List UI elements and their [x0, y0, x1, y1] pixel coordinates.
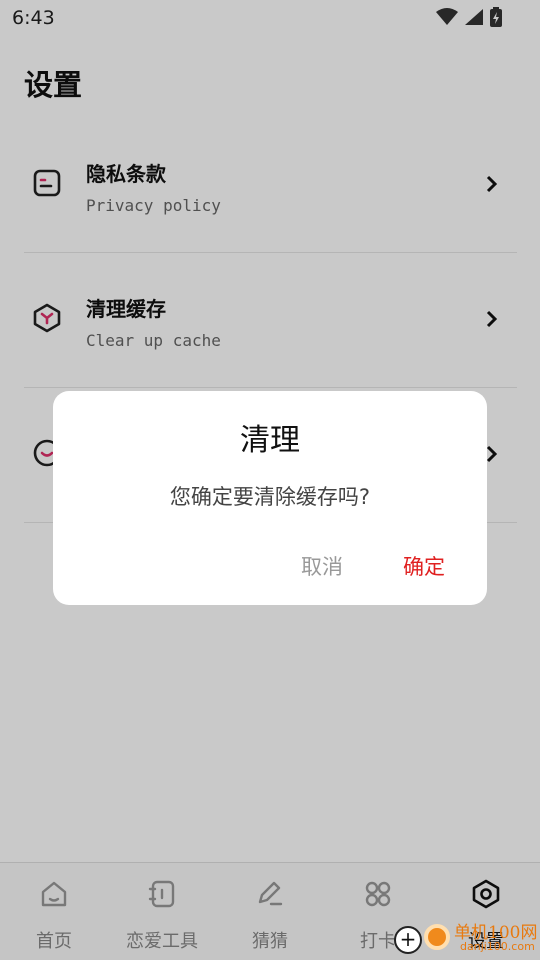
watermark: + 单机100网 danji100.com [392, 918, 540, 960]
cancel-button[interactable]: 取消 [301, 551, 343, 581]
logo-icon [424, 924, 450, 950]
dialog-title: 清理 [240, 423, 300, 458]
plus-icon: + [394, 926, 422, 954]
watermark-subtext: danji100.com [460, 940, 535, 953]
dialog-message: 您确定要清除缓存吗? [169, 485, 371, 509]
clear-cache-dialog: 清理 您确定要清除缓存吗? 取消 确定 [53, 391, 487, 605]
confirm-button[interactable]: 确定 [403, 551, 445, 581]
